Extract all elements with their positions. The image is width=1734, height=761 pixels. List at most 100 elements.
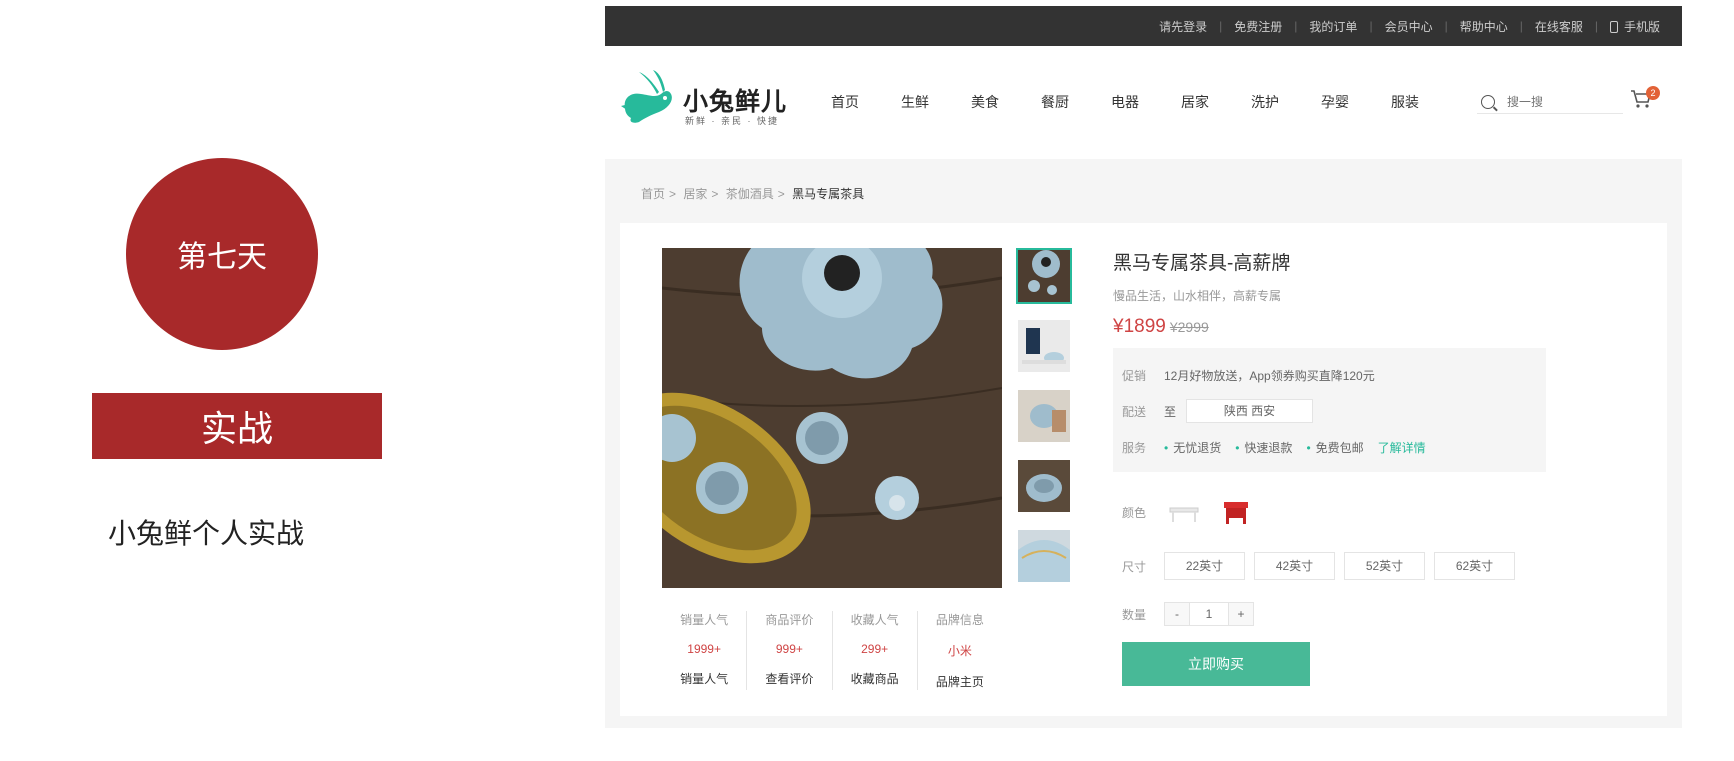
color-swatch-white[interactable] bbox=[1164, 494, 1204, 530]
rabbit-logo-icon bbox=[621, 70, 672, 123]
buy-now-button[interactable]: 立即购买 bbox=[1122, 642, 1310, 686]
promo-text: 12月好物放送，App领券购买直降120元 bbox=[1164, 368, 1375, 383]
color-label: 颜色 bbox=[1122, 505, 1147, 520]
breadcrumb-current: 黑马专属茶具 bbox=[792, 187, 865, 201]
stat-value: 小米 bbox=[947, 644, 972, 658]
thumbnail-1[interactable] bbox=[1016, 248, 1072, 304]
day-circle: 第七天 bbox=[126, 158, 318, 350]
stat-label: 品牌信息 bbox=[935, 613, 984, 627]
nav-fresh[interactable]: 生鲜 bbox=[901, 92, 971, 112]
stat-link[interactable]: 品牌主页 bbox=[918, 673, 1002, 690]
register-link[interactable]: 免费注册 bbox=[1234, 18, 1282, 35]
qty-plus-button[interactable]: + bbox=[1229, 603, 1253, 625]
thumbnail-2[interactable] bbox=[1016, 318, 1072, 374]
stat-sales: 销量人气 1999+ 销量人气 bbox=[662, 611, 746, 690]
member-link[interactable]: 会员中心 bbox=[1385, 18, 1433, 35]
product-panel: 销量人气 1999+ 销量人气 商品评价 999+ 查看评价 收藏人气 299+… bbox=[620, 223, 1667, 716]
breadcrumb-category[interactable]: 居家 bbox=[683, 187, 707, 201]
size-42[interactable]: 42英寸 bbox=[1254, 552, 1335, 580]
size-52[interactable]: 52英寸 bbox=[1344, 552, 1425, 580]
quantity-option: 数量 - 1 + bbox=[1113, 602, 1543, 626]
size-option: 尺寸 22英寸 42英寸 52英寸 62英寸 bbox=[1113, 552, 1543, 580]
qty-input[interactable]: 1 bbox=[1189, 603, 1229, 625]
color-option: 颜色 bbox=[1113, 494, 1543, 530]
promo-box: 促销 12月好物放送，App领券购买直降120元 配送 至 陕西 西安 服务 无… bbox=[1113, 348, 1546, 472]
stat-link[interactable]: 收藏商品 bbox=[833, 670, 917, 687]
product-title: 黑马专属茶具-高薪牌 bbox=[1113, 253, 1291, 274]
product-info: 黑马专属茶具-高薪牌 慢品生活，山水相伴，高薪专属 ¥1899 ¥2999 促销 … bbox=[1113, 248, 1546, 686]
stat-label: 商品评价 bbox=[765, 613, 814, 627]
stat-reviews: 商品评价 999+ 查看评价 bbox=[746, 611, 831, 690]
thumbnail-list bbox=[1016, 248, 1072, 598]
nav-appliance[interactable]: 电器 bbox=[1111, 92, 1181, 112]
size-62[interactable]: 62英寸 bbox=[1434, 552, 1515, 580]
nav-care[interactable]: 洗护 bbox=[1251, 92, 1321, 112]
orders-link[interactable]: 我的订单 bbox=[1309, 18, 1357, 35]
logo-text: 小兔鲜儿 bbox=[683, 87, 788, 116]
tag-label: 实战 bbox=[200, 409, 273, 450]
nav-kitchen[interactable]: 餐厨 bbox=[1041, 92, 1111, 112]
cart-count-badge: 2 bbox=[1646, 86, 1660, 100]
nav-home[interactable]: 首页 bbox=[831, 92, 901, 112]
mobile-link[interactable]: 手机版 bbox=[1609, 18, 1660, 35]
stat-favorites: 收藏人气 299+ 收藏商品 bbox=[831, 611, 917, 690]
search-box bbox=[1477, 90, 1623, 114]
qty-label: 数量 bbox=[1122, 607, 1147, 622]
promo-row: 促销 12月好物放送，App领券购买直降120元 bbox=[1122, 362, 1537, 388]
service-details-link[interactable]: 了解详情 bbox=[1378, 439, 1426, 456]
size-label: 尺寸 bbox=[1122, 559, 1147, 574]
nav-clothing[interactable]: 服装 bbox=[1391, 92, 1461, 112]
page-content: 首页 > 居家 > 茶伽酒具 > 黑马专属茶具 销量人气 1999+ 销量人气 … bbox=[605, 159, 1682, 728]
phone-icon bbox=[1609, 20, 1618, 33]
logo-slogan: 新鲜 · 亲民 · 快捷 bbox=[685, 116, 779, 126]
delivery-to: 至 bbox=[1164, 404, 1177, 419]
address-selector[interactable]: 陕西 西安 bbox=[1186, 399, 1314, 423]
current-price: ¥1899 bbox=[1113, 316, 1166, 337]
nav-baby[interactable]: 孕婴 bbox=[1321, 92, 1391, 112]
thumbnail-5[interactable] bbox=[1016, 528, 1072, 584]
old-price: ¥2999 bbox=[1169, 319, 1209, 335]
site-header: 小兔鲜儿 新鲜 · 亲民 · 快捷 首页 生鲜 美食 餐厨 电器 居家 洗护 孕… bbox=[605, 46, 1682, 159]
login-link[interactable]: 请先登录 bbox=[1159, 18, 1207, 35]
logo[interactable]: 小兔鲜儿 新鲜 · 亲民 · 快捷 bbox=[619, 68, 789, 134]
stat-label: 销量人气 bbox=[680, 613, 729, 627]
promo-label: 促销 bbox=[1122, 368, 1147, 383]
stat-link[interactable]: 销量人气 bbox=[662, 670, 746, 687]
product-desc: 慢品生活，山水相伴，高薪专属 bbox=[1113, 289, 1282, 303]
stat-value: 1999+ bbox=[687, 642, 721, 656]
nav-home-living[interactable]: 居家 bbox=[1181, 92, 1251, 112]
slide-subtitle: 小兔鲜个人实战 bbox=[108, 517, 305, 550]
qty-minus-button[interactable]: - bbox=[1165, 603, 1189, 625]
breadcrumb: 首页 > 居家 > 茶伽酒具 > 黑马专属茶具 bbox=[641, 187, 865, 201]
delivery-row: 配送 至 陕西 西安 bbox=[1122, 398, 1537, 424]
cart-button[interactable]: 2 bbox=[1630, 86, 1660, 114]
stat-label: 收藏人气 bbox=[850, 613, 899, 627]
service-item: 无忧退货 bbox=[1164, 439, 1221, 456]
main-nav: 首页 生鲜 美食 餐厨 电器 居家 洗护 孕婴 服装 bbox=[831, 92, 1461, 112]
size-22[interactable]: 22英寸 bbox=[1164, 552, 1245, 580]
product-stats: 销量人气 1999+ 销量人气 商品评价 999+ 查看评价 收藏人气 299+… bbox=[662, 611, 1002, 690]
stat-link[interactable]: 查看评价 bbox=[747, 670, 831, 687]
help-link[interactable]: 帮助中心 bbox=[1460, 18, 1508, 35]
service-link[interactable]: 在线客服 bbox=[1535, 18, 1583, 35]
quantity-stepper: - 1 + bbox=[1164, 602, 1254, 626]
product-main-image bbox=[662, 248, 1002, 588]
breadcrumb-subcategory[interactable]: 茶伽酒具 bbox=[726, 187, 774, 201]
day-label: 第七天 bbox=[177, 240, 267, 275]
tag-bar: 实战 bbox=[92, 393, 382, 459]
delivery-label: 配送 bbox=[1122, 404, 1147, 419]
service-row: 服务 无忧退货 快速退款 免费包邮 了解详情 bbox=[1122, 434, 1537, 460]
breadcrumb-home[interactable]: 首页 bbox=[641, 187, 665, 201]
top-bar: 请先登录 | 免费注册 | 我的订单 | 会员中心 | 帮助中心 | 在线客服 | 手机版 bbox=[605, 6, 1682, 46]
service-item: 免费包邮 bbox=[1306, 439, 1364, 456]
search-input[interactable] bbox=[1507, 94, 1607, 109]
color-swatch-red[interactable] bbox=[1216, 494, 1256, 530]
thumbnail-3[interactable] bbox=[1016, 388, 1072, 444]
mobile-link-label: 手机版 bbox=[1623, 19, 1660, 34]
thumbnail-4[interactable] bbox=[1016, 458, 1072, 514]
stat-value: 299+ bbox=[861, 642, 889, 656]
nav-food[interactable]: 美食 bbox=[971, 92, 1041, 112]
search-icon[interactable] bbox=[1481, 94, 1495, 109]
shop-screenshot: 请先登录 | 免费注册 | 我的订单 | 会员中心 | 帮助中心 | 在线客服 | 手机版 … bbox=[605, 6, 1682, 728]
product-price: ¥1899 ¥2999 bbox=[1113, 316, 1543, 338]
